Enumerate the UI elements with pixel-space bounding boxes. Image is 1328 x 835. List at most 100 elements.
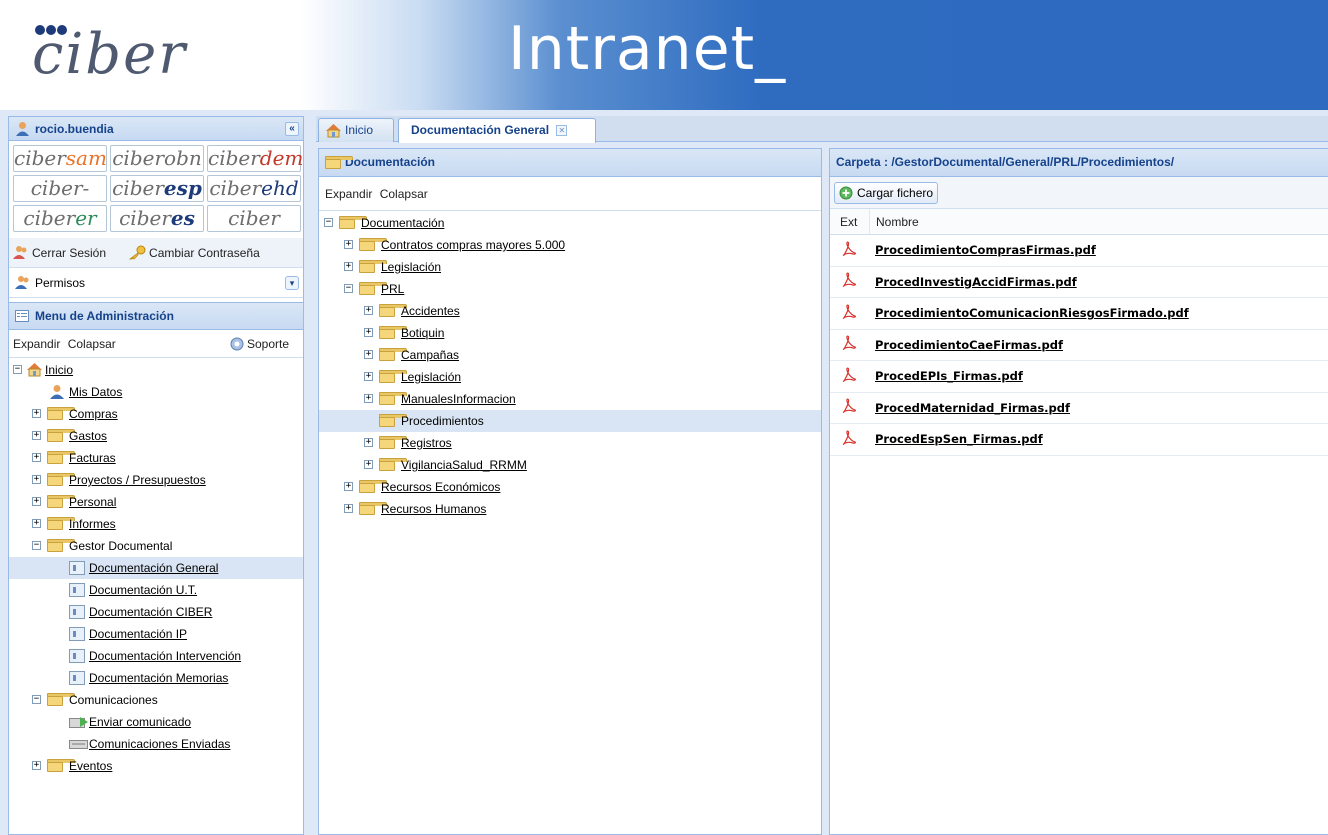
tree-node-doc-memorias[interactable]: Documentación Memorias [9, 667, 303, 689]
expand-icon[interactable]: + [364, 306, 373, 315]
logo-ciberesp[interactable]: ciberesp [110, 175, 204, 202]
chevron-down-icon[interactable]: ▾ [285, 276, 299, 290]
doc-tree-vigilancia[interactable]: + VigilanciaSalud_RRMM [319, 454, 821, 476]
file-link[interactable]: ProcedimientoCaeFirmas.pdf [875, 338, 1063, 352]
collapse-link[interactable]: Colapsar [68, 337, 116, 351]
collapse-icon[interactable]: − [13, 365, 22, 374]
file-link[interactable]: ProcedEPIs_Firmas.pdf [875, 369, 1023, 383]
file-row[interactable]: ProcedInvestigAccidFirmas.pdf [830, 267, 1328, 298]
tree-node-doc-ip[interactable]: Documentación IP [9, 623, 303, 645]
collapse-icon[interactable]: − [32, 541, 41, 550]
tree-node-proyectos[interactable]: + Proyectos / Presupuestos [9, 469, 303, 491]
file-link[interactable]: ProcedMaternidad_Firmas.pdf [875, 401, 1070, 415]
tree-node-gestor-documental[interactable]: − Gestor Documental [9, 535, 303, 557]
logo-ciberehd[interactable]: ciberehd [207, 175, 301, 202]
doc-tree-prl-legislacion[interactable]: + Legislación [319, 366, 821, 388]
doc-tree-accidentes[interactable]: + Accidentes [319, 300, 821, 322]
file-link[interactable]: ProcedEspSen_Firmas.pdf [875, 432, 1043, 446]
doc-tree-recursos-economicos[interactable]: + Recursos Económicos [319, 476, 821, 498]
tree-node-informes[interactable]: + Informes [9, 513, 303, 535]
tree-node-personal[interactable]: + Personal [9, 491, 303, 513]
collapse-icon[interactable]: − [344, 284, 353, 293]
collapse-icon[interactable]: − [324, 218, 333, 227]
expand-icon[interactable]: + [364, 394, 373, 403]
folder-open-icon [47, 693, 75, 706]
tree-node-doc-intervencion[interactable]: Documentación Intervención [9, 645, 303, 667]
file-row[interactable]: ProcedMaternidad_Firmas.pdf [830, 393, 1328, 424]
expand-icon[interactable]: + [364, 328, 373, 337]
doc-tree-manuales[interactable]: + ManualesInformacion [319, 388, 821, 410]
file-row[interactable]: ProcedimientoCaeFirmas.pdf [830, 330, 1328, 361]
tree-node-compras[interactable]: + Compras [9, 403, 303, 425]
close-icon[interactable]: ✕ [556, 125, 568, 136]
doc-tree-recursos-humanos[interactable]: + Recursos Humanos [319, 498, 821, 520]
file-link[interactable]: ProcedimientoComunicacionRiesgosFirmado.… [875, 306, 1189, 320]
doc-tree-contratos[interactable]: + Contratos compras mayores 5.000 [319, 234, 821, 256]
logo-ciber[interactable]: ciber [207, 205, 301, 232]
change-password-button[interactable]: Cambiar Contraseña [128, 245, 260, 260]
doc-tree-procedimientos[interactable]: Procedimientos [319, 410, 821, 432]
tab-documentacion-general[interactable]: Documentación General ✕ [398, 118, 596, 143]
expand-icon[interactable]: + [364, 350, 373, 359]
expand-link[interactable]: Expandir [325, 187, 372, 201]
column-header-ext[interactable]: Ext [830, 209, 870, 234]
pdf-icon [830, 241, 870, 260]
expand-icon[interactable]: + [344, 482, 353, 491]
tree-node-inicio[interactable]: − Inicio [9, 359, 303, 381]
folder-icon [47, 517, 75, 530]
collapse-icon[interactable]: − [32, 695, 41, 704]
tree-node-comunicaciones[interactable]: − Comunicaciones [9, 689, 303, 711]
expand-icon[interactable]: + [364, 438, 373, 447]
tree-node-mis-datos[interactable]: Mis Datos [9, 381, 303, 403]
doc-tree-legislacion[interactable]: + Legislación [319, 256, 821, 278]
tree-node-doc-ut[interactable]: Documentación U.T. [9, 579, 303, 601]
logout-button[interactable]: Cerrar Sesión [13, 245, 106, 260]
tab-inicio[interactable]: Inicio [318, 118, 394, 142]
column-header-name[interactable]: Nombre [870, 209, 919, 234]
pdf-icon [830, 367, 870, 386]
collapse-link[interactable]: Colapsar [380, 187, 428, 201]
doc-tree-registros[interactable]: + Registros [319, 432, 821, 454]
tree-node-doc-ciber[interactable]: Documentación CIBER [9, 601, 303, 623]
expand-icon[interactable]: + [344, 262, 353, 271]
upload-file-button[interactable]: Cargar fichero [834, 182, 939, 204]
logo-ciberer[interactable]: ciberer [13, 205, 107, 232]
tree-node-comunicaciones-enviadas[interactable]: Comunicaciones Enviadas [9, 733, 303, 755]
expand-icon[interactable]: + [364, 460, 373, 469]
logo-cibersam[interactable]: cibersam [13, 145, 107, 172]
tree-node-gastos[interactable]: + Gastos [9, 425, 303, 447]
expand-icon[interactable]: + [32, 761, 41, 770]
logo-ciberdem[interactable]: ciberdem [207, 145, 303, 172]
tree-node-eventos[interactable]: + Eventos [9, 755, 303, 777]
logo-ciber-bbn[interactable]: ciber-bbn [13, 175, 107, 225]
expand-icon[interactable]: + [32, 497, 41, 506]
expand-icon[interactable]: + [32, 475, 41, 484]
expand-icon[interactable]: + [32, 453, 41, 462]
tree-node-doc-general[interactable]: Documentación General [9, 557, 303, 579]
file-link[interactable]: ProcedimientoComprasFirmas.pdf [875, 243, 1096, 257]
logo-ciberobn[interactable]: ciberobn [110, 145, 204, 172]
file-row[interactable]: ProcedimientoComprasFirmas.pdf [830, 235, 1328, 267]
tree-node-enviar-comunicado[interactable]: Enviar comunicado [9, 711, 303, 733]
tree-node-facturas[interactable]: + Facturas [9, 447, 303, 469]
doc-tree-campanas[interactable]: + Campañas [319, 344, 821, 366]
file-link[interactable]: ProcedInvestigAccidFirmas.pdf [875, 275, 1077, 289]
file-row[interactable]: ProcedEspSen_Firmas.pdf [830, 424, 1328, 456]
file-row[interactable]: ProcedEPIs_Firmas.pdf [830, 361, 1328, 393]
doc-tree-prl[interactable]: − PRL [319, 278, 821, 300]
support-button[interactable]: Soporte [230, 330, 293, 358]
expand-icon[interactable]: + [32, 519, 41, 528]
doc-tree-root[interactable]: − Documentación [319, 212, 821, 234]
expand-icon[interactable]: + [344, 240, 353, 249]
doc-tree-botiquin[interactable]: + Botiquin [319, 322, 821, 344]
collapse-sidebar-button[interactable]: « [285, 122, 299, 136]
expand-icon[interactable]: + [364, 372, 373, 381]
file-row[interactable]: ProcedimientoComunicacionRiesgosFirmado.… [830, 298, 1328, 330]
expand-link[interactable]: Expandir [13, 337, 60, 351]
expand-icon[interactable]: + [344, 504, 353, 513]
permissions-dropdown[interactable]: Permisos ▾ [9, 268, 303, 298]
expand-icon[interactable]: + [32, 409, 41, 418]
folder-icon [359, 480, 387, 493]
logo-ciberes[interactable]: ciberes [110, 205, 204, 232]
expand-icon[interactable]: + [32, 431, 41, 440]
